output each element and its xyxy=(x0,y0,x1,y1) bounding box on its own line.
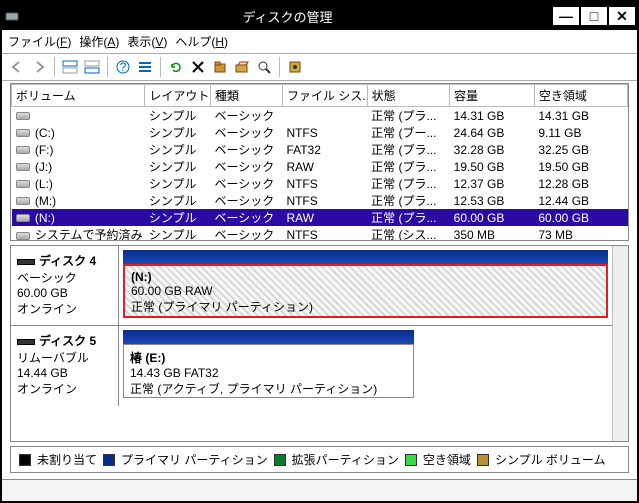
legend: 未割り当て プライマリ パーティション 拡張パーティション 空き領域 シンプル … xyxy=(10,446,629,473)
partition-size: 60.00 GB RAW xyxy=(131,284,600,298)
col-free[interactable]: 空き領域 xyxy=(534,85,627,107)
legend-label: 未割り当て xyxy=(37,451,97,468)
vertical-scrollbar[interactable] xyxy=(612,246,628,441)
volume-icon xyxy=(16,197,30,205)
volume-icon xyxy=(16,112,30,120)
legend-swatch-extended xyxy=(274,454,286,466)
legend-label: 拡張パーティション xyxy=(292,451,399,468)
app-icon xyxy=(2,9,22,23)
partition-header-bar xyxy=(123,330,414,344)
table-row[interactable]: (J:)シンプルベーシックRAW正常 (プラ...19.50 GB19.50 G… xyxy=(12,158,628,175)
back-button[interactable] xyxy=(6,56,28,78)
statusbar xyxy=(2,479,637,501)
col-type[interactable]: 種類 xyxy=(210,85,282,107)
legend-label: 空き領域 xyxy=(423,451,471,468)
partition-size: 14.43 GB FAT32 xyxy=(130,366,407,380)
table-row[interactable]: (F:)シンプルベーシックFAT32正常 (プラ...32.28 GB32.25… xyxy=(12,141,628,158)
legend-label: プライマリ パーティション xyxy=(121,451,268,468)
disk-type: リムーバブル xyxy=(17,349,112,366)
titlebar: ディスクの管理 — □ ✕ xyxy=(2,2,637,30)
menu-action[interactable]: 操作(A) xyxy=(79,33,119,50)
col-capacity[interactable]: 容量 xyxy=(450,85,535,107)
close-button[interactable]: ✕ xyxy=(607,5,637,27)
view-bottom-button[interactable] xyxy=(81,56,103,78)
help-button[interactable]: ? xyxy=(112,56,134,78)
menu-view[interactable]: 表示(V) xyxy=(127,33,167,50)
volume-list[interactable]: ボリューム レイアウト 種類 ファイル シス... 状態 容量 空き領域 シンプ… xyxy=(10,83,629,241)
col-status[interactable]: 状態 xyxy=(367,85,450,107)
legend-label: シンプル ボリューム xyxy=(495,451,606,468)
volume-icon xyxy=(16,163,30,171)
partition-header-bar xyxy=(123,250,608,264)
menubar: ファイル(F) 操作(A) 表示(V) ヘルプ(H) xyxy=(2,30,637,54)
partition-label: 椿 (E:) xyxy=(130,351,165,365)
disk-name: ディスク 5 xyxy=(39,334,96,348)
menu-file[interactable]: ファイル(F) xyxy=(8,33,71,50)
maximize-button[interactable]: □ xyxy=(579,5,609,27)
properties-button[interactable] xyxy=(209,56,231,78)
disk-name: ディスク 4 xyxy=(39,254,96,268)
table-row[interactable]: (N:)シンプルベーシックRAW正常 (プラ...60.00 GB60.00 G… xyxy=(12,209,628,226)
table-row[interactable]: (L:)シンプルベーシックNTFS正常 (プラ...12.37 GB12.28 … xyxy=(12,175,628,192)
settings-button[interactable] xyxy=(284,56,306,78)
window-title: ディスクの管理 xyxy=(22,7,553,26)
toolbar: ? xyxy=(2,54,637,81)
legend-swatch-free xyxy=(405,454,417,466)
explore-button[interactable] xyxy=(253,56,275,78)
disk-row-4[interactable]: ディスク 4 ベーシック 60.00 GB オンライン (N:) 60.00 G… xyxy=(11,246,612,326)
disk-state: オンライン xyxy=(17,300,112,317)
partition-e[interactable]: 椿 (E:) 14.43 GB FAT32 正常 (アクティブ, プライマリ パ… xyxy=(123,344,414,398)
table-row[interactable]: (M:)シンプルベーシックNTFS正常 (プラ...12.53 GB12.44 … xyxy=(12,192,628,209)
col-volume[interactable]: ボリューム xyxy=(12,85,145,107)
disk-state: オンライン xyxy=(17,380,112,397)
disk-management-window: ディスクの管理 — □ ✕ ファイル(F) 操作(A) 表示(V) ヘルプ(H)… xyxy=(0,0,639,503)
disk-size: 14.44 GB xyxy=(17,366,112,380)
minimize-button[interactable]: — xyxy=(551,5,581,27)
list-button[interactable] xyxy=(134,56,156,78)
forward-button[interactable] xyxy=(28,56,50,78)
menu-help[interactable]: ヘルプ(H) xyxy=(175,33,228,50)
disk-row-5[interactable]: ディスク 5 リムーバブル 14.44 GB オンライン 椿 (E:) 14.4… xyxy=(11,326,612,406)
disk-size: 60.00 GB xyxy=(17,286,112,300)
table-row[interactable]: シンプルベーシック正常 (プラ...14.31 GB14.31 GB xyxy=(12,107,628,125)
partition-status: 正常 (プライマリ パーティション) xyxy=(131,298,600,315)
volume-icon xyxy=(16,214,30,222)
partition-n[interactable]: (N:) 60.00 GB RAW 正常 (プライマリ パーティション) xyxy=(123,264,608,318)
delete-button[interactable] xyxy=(187,56,209,78)
volume-icon xyxy=(16,146,30,154)
volume-icon xyxy=(16,129,30,137)
col-layout[interactable]: レイアウト xyxy=(145,85,211,107)
partition-label: (N:) xyxy=(131,270,152,284)
col-fs[interactable]: ファイル シス... xyxy=(282,85,367,107)
svg-text:?: ? xyxy=(120,60,127,74)
open-button[interactable] xyxy=(231,56,253,78)
table-row[interactable]: (C:)シンプルベーシックNTFS正常 (ブー...24.64 GB9.11 G… xyxy=(12,124,628,141)
refresh-button[interactable] xyxy=(165,56,187,78)
legend-swatch-simple xyxy=(477,454,489,466)
disk-icon xyxy=(17,259,35,265)
disk-graphical-view: ディスク 4 ベーシック 60.00 GB オンライン (N:) 60.00 G… xyxy=(10,245,629,442)
table-row[interactable]: システムで予約済みシンプルベーシックNTFS正常 (シス...350 MB73 … xyxy=(12,226,628,241)
disk-icon xyxy=(17,339,35,345)
volume-icon xyxy=(16,232,30,240)
partition-status: 正常 (アクティブ, プライマリ パーティション) xyxy=(130,380,407,397)
volume-icon xyxy=(16,180,30,188)
disk-type: ベーシック xyxy=(17,269,112,286)
legend-swatch-primary xyxy=(103,454,115,466)
view-top-button[interactable] xyxy=(59,56,81,78)
legend-swatch-unalloc xyxy=(19,454,31,466)
